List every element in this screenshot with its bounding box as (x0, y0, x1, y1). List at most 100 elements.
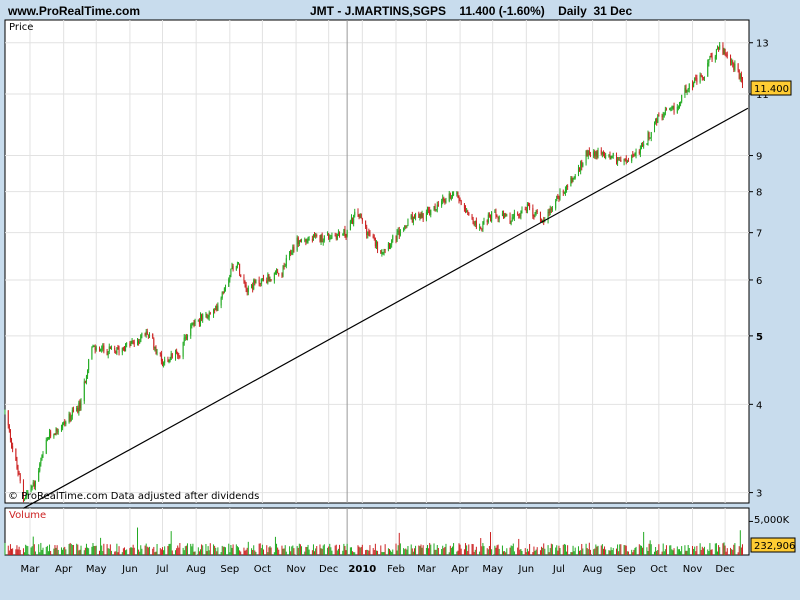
volume-bar (466, 545, 468, 555)
candle-body (83, 381, 85, 402)
volume-bar (700, 550, 702, 555)
volume-bar (670, 545, 672, 555)
volume-bar (8, 550, 10, 555)
volume-bar (550, 543, 552, 555)
volume-bar (429, 542, 431, 555)
candle-body (638, 151, 640, 154)
candle-body (494, 212, 496, 213)
volume-bar (27, 546, 29, 555)
x-tick-label: 2010 (348, 564, 376, 575)
volume-bar (624, 545, 626, 555)
volume-bar (170, 531, 172, 555)
volume-bar (33, 544, 35, 555)
volume-bar (732, 549, 734, 555)
candle-body (673, 106, 675, 113)
candle-body (647, 132, 649, 144)
volume-bar (640, 545, 642, 555)
volume-bar (277, 547, 279, 555)
volume-bar (290, 551, 292, 555)
candle-body (276, 271, 278, 273)
candle-body (670, 107, 672, 109)
candle-body (567, 186, 569, 187)
candle-body (655, 118, 657, 123)
volume-bar (200, 549, 202, 555)
candle-body (460, 200, 462, 205)
volume-bar (262, 549, 264, 555)
volume-bar (252, 549, 254, 555)
candle-body (60, 427, 62, 431)
candle-body (46, 438, 48, 441)
candle-body (314, 235, 316, 237)
volume-bar (625, 545, 627, 555)
volume-bar (85, 543, 87, 555)
volume-bar (649, 540, 651, 555)
price-chart[interactable]: 34567891113 MarAprMayJunJulAugSepOctNovD… (0, 0, 800, 600)
candle-body (103, 345, 105, 352)
candle-body (676, 106, 678, 113)
candle-body (175, 350, 177, 359)
x-tick-label: Jun (121, 564, 138, 575)
volume-bar (198, 551, 200, 555)
candle-body (322, 240, 324, 243)
volume-bar (612, 547, 614, 555)
candle-body (49, 431, 51, 438)
candle-body (615, 153, 617, 163)
volume-bar (709, 543, 711, 555)
candle-body (95, 347, 97, 350)
volume-bar (551, 544, 553, 555)
volume-bar (260, 548, 262, 555)
volume-bar (359, 547, 361, 555)
volume-bar (448, 552, 450, 555)
candle-body (504, 214, 506, 219)
volume-bar (354, 552, 356, 555)
candle-body (639, 148, 641, 154)
candle-body (346, 230, 348, 237)
volume-bar (329, 543, 331, 555)
candle-body (448, 193, 450, 202)
candle-body (197, 320, 199, 322)
volume-bar (152, 548, 154, 555)
candle-body (41, 455, 43, 461)
volume-bar (235, 544, 237, 555)
volume-bar (633, 549, 635, 555)
volume-bar (292, 545, 294, 555)
candle-body (475, 220, 477, 228)
volume-bar (9, 544, 11, 555)
volume-bar (274, 536, 276, 555)
x-tick-label: Nov (683, 564, 703, 575)
candle-body (627, 160, 629, 162)
volume-bar (662, 543, 664, 555)
candle-body (359, 213, 361, 218)
chart-window: www.ProRealTime.com JMT - J.MARTINS,SGPS… (0, 0, 800, 600)
candle-body (40, 460, 42, 464)
candle-body (63, 421, 65, 425)
candle-body (330, 237, 332, 239)
volume-bar (519, 549, 521, 555)
candle-body (586, 150, 588, 157)
candle-body (382, 251, 384, 253)
candle-body (377, 241, 379, 251)
volume-bar (620, 544, 622, 555)
volume-bar (642, 547, 644, 555)
candle-body (463, 204, 465, 209)
volume-bar (77, 544, 79, 555)
candle-body (93, 346, 95, 347)
volume-bar (539, 550, 541, 555)
volume-bar (459, 544, 461, 555)
volume-bar (17, 549, 19, 555)
volume-bar (311, 550, 313, 555)
candle-body (490, 215, 492, 222)
volume-bar (463, 549, 465, 555)
volume-bar (247, 541, 249, 555)
volume-bar (627, 551, 629, 555)
candle-body (118, 348, 120, 353)
volume-bar (266, 545, 268, 555)
volume-bar (31, 546, 33, 555)
candle-body (315, 235, 317, 237)
volume-bar (121, 552, 123, 555)
candle-body (403, 227, 405, 231)
volume-bar (16, 545, 18, 555)
candle-body (228, 279, 230, 287)
volume-bar (298, 543, 300, 555)
candle-body (239, 263, 241, 275)
